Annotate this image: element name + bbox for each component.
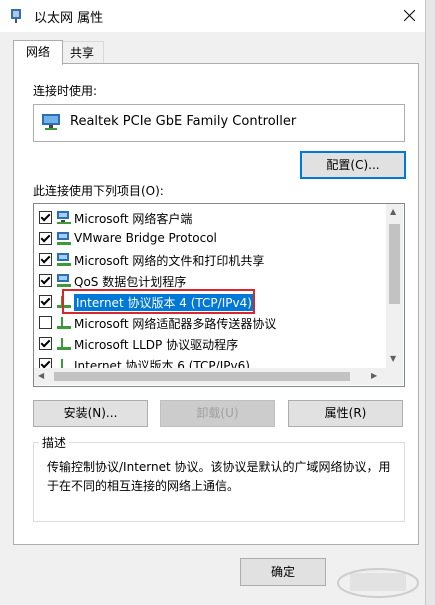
protocol-icon bbox=[57, 317, 71, 329]
scroll-left-icon[interactable]: ◀ bbox=[38, 371, 44, 380]
item-checkbox[interactable] bbox=[39, 211, 52, 224]
description-text: 传输控制协议/Internet 协议。该协议是默认的广域网络协议，用于在不同的相… bbox=[47, 460, 391, 493]
horizontal-scrollbar[interactable]: ◀ ▶ bbox=[34, 368, 386, 385]
item-label: Microsoft LLDP 协议驱动程序 bbox=[74, 338, 239, 352]
item-checkbox[interactable] bbox=[39, 274, 52, 287]
components-list[interactable]: Microsoft 网络客户端 VMware Bridge Protocol M… bbox=[33, 203, 405, 387]
protocol-icon bbox=[57, 296, 71, 308]
title-bar[interactable]: 以太网 属性 bbox=[0, 0, 425, 32]
network-client-icon bbox=[57, 211, 71, 224]
horizontal-scroll-thumb[interactable] bbox=[54, 372, 350, 381]
protocol-icon bbox=[57, 338, 71, 350]
list-item[interactable]: Microsoft 网络客户端 bbox=[34, 207, 386, 228]
adapter-name: Realtek PCIe GbE Family Controller bbox=[70, 114, 297, 129]
network-service-icon bbox=[57, 253, 71, 266]
scroll-right-icon[interactable]: ▶ bbox=[371, 371, 377, 380]
properties-button[interactable]: 属性(R) bbox=[288, 400, 403, 427]
list-item[interactable]: Microsoft 网络的文件和打印机共享 bbox=[34, 249, 386, 270]
description-label: 描述 bbox=[39, 434, 70, 451]
install-button[interactable]: 安装(N)... bbox=[33, 400, 148, 427]
network-adapter-icon bbox=[11, 9, 21, 23]
item-checkbox[interactable] bbox=[39, 253, 52, 266]
tab-network[interactable]: 网络 bbox=[13, 40, 63, 65]
window-title: 以太网 属性 bbox=[34, 11, 104, 26]
list-item[interactable]: VMware Bridge Protocol bbox=[34, 228, 386, 249]
tab-sharing[interactable]: 共享 bbox=[61, 41, 104, 64]
network-protocol-icon bbox=[57, 232, 71, 245]
close-icon bbox=[404, 10, 415, 21]
scroll-up-icon[interactable]: ▲ bbox=[390, 207, 396, 216]
adapter-icon bbox=[42, 114, 60, 130]
list-item[interactable]: Microsoft 网络适配器多路传送器协议 bbox=[34, 312, 386, 333]
item-label: Microsoft 网络的文件和打印机共享 bbox=[74, 254, 265, 268]
uninstall-button[interactable]: 卸载(U) bbox=[160, 400, 275, 427]
adapter-field: Realtek PCIe GbE Family Controller bbox=[33, 104, 405, 142]
item-label: Microsoft 网络适配器多路传送器协议 bbox=[74, 317, 277, 331]
properties-dialog: 以太网 属性 网络 共享 连接时使用: Realtek PCIe GbE Fam… bbox=[0, 0, 426, 605]
ok-button[interactable]: 确定 bbox=[240, 558, 326, 586]
watermark-logo bbox=[337, 568, 419, 598]
item-checkbox[interactable] bbox=[39, 316, 52, 329]
connect-using-label: 连接时使用: bbox=[33, 84, 98, 98]
vertical-scroll-thumb[interactable] bbox=[389, 224, 400, 304]
item-label: Internet 协议版本 4 (TCP/IPv4) bbox=[74, 294, 254, 311]
item-label: QoS 数据包计划程序 bbox=[74, 275, 187, 289]
background-window-edge bbox=[426, 0, 435, 605]
item-label: VMware Bridge Protocol bbox=[74, 231, 217, 245]
network-service-icon bbox=[57, 274, 71, 287]
close-button[interactable] bbox=[396, 2, 424, 30]
list-item[interactable]: QoS 数据包计划程序 bbox=[34, 270, 386, 291]
list-item-selected[interactable]: Internet 协议版本 4 (TCP/IPv4) bbox=[34, 291, 386, 312]
scrollbar-corner bbox=[386, 368, 403, 385]
vertical-scrollbar[interactable]: ▲ ▼ bbox=[386, 204, 403, 368]
item-checkbox[interactable] bbox=[39, 232, 52, 245]
configure-button[interactable]: 配置(C)... bbox=[300, 151, 406, 179]
item-checkbox[interactable] bbox=[39, 337, 52, 350]
scroll-down-icon[interactable]: ▼ bbox=[390, 354, 396, 363]
list-item[interactable]: Microsoft LLDP 协议驱动程序 bbox=[34, 333, 386, 354]
item-checkbox[interactable] bbox=[39, 295, 52, 308]
items-label: 此连接使用下列项目(O): bbox=[33, 184, 164, 198]
item-label: Microsoft 网络客户端 bbox=[74, 212, 193, 226]
